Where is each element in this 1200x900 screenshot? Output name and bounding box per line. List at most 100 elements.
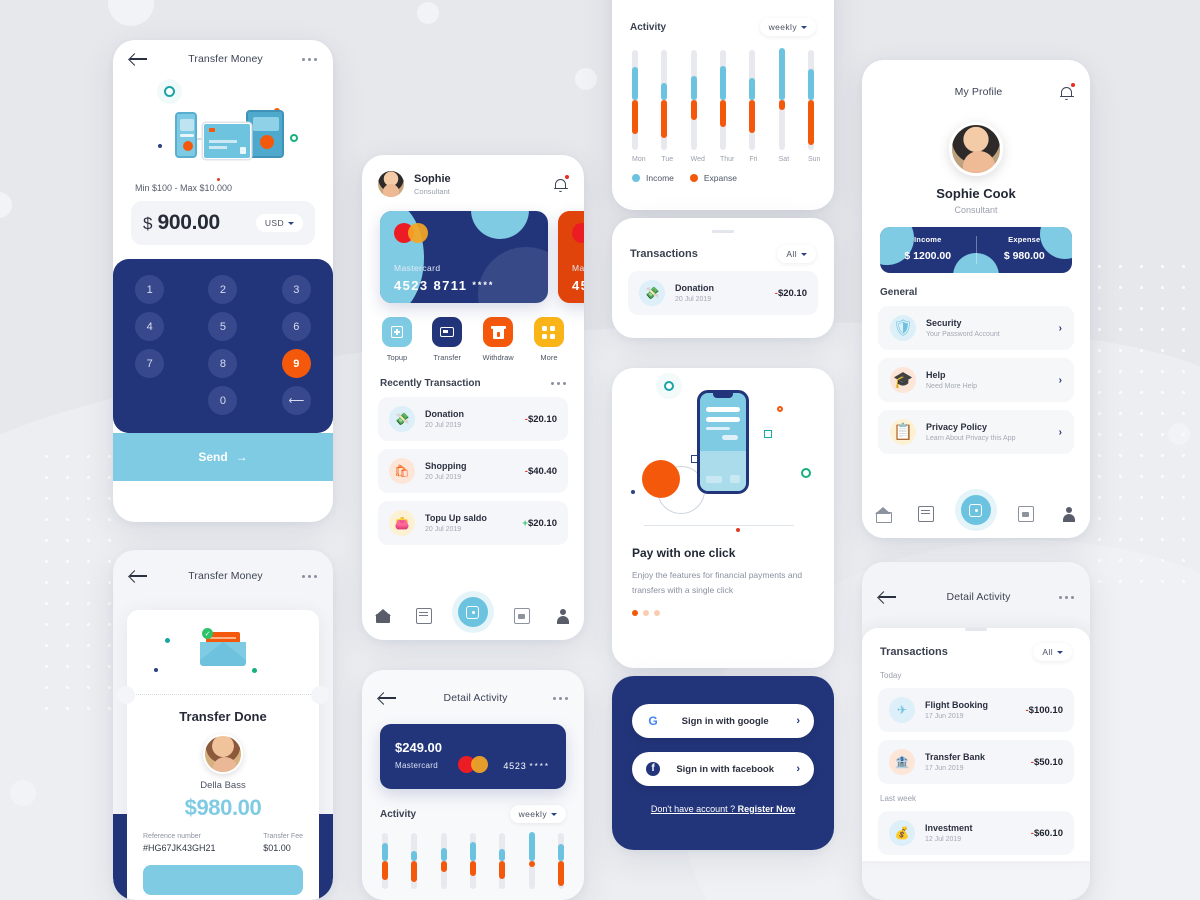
more-options-icon[interactable] — [301, 574, 317, 578]
keypad-key-4[interactable]: 4 — [135, 312, 165, 341]
tab-reports-icon[interactable] — [416, 608, 433, 624]
card-carousel[interactable]: Mastercard 4523 8711 **** Mastercard 4523 — [362, 197, 584, 303]
signin-google-button[interactable]: G Sign in with google › — [632, 704, 814, 738]
mastercard-logo-icon — [572, 223, 584, 243]
card-number: 4523 — [503, 761, 527, 771]
tab-scan-button[interactable] — [960, 495, 991, 525]
transaction-date: 20 Jul 2019 — [425, 422, 462, 429]
more-options-icon[interactable] — [553, 696, 568, 700]
keypad-key-6[interactable]: 6 — [281, 312, 311, 341]
setting-item[interactable]: 🛡 Security Your Password Account › — [878, 306, 1074, 350]
action-topup[interactable]: Topup — [382, 317, 412, 362]
action-label: Topup — [386, 353, 408, 362]
bank-icon: 🏦 — [889, 749, 915, 775]
amount-input[interactable]: $ 900.00 USD — [131, 201, 315, 245]
back-arrow-icon[interactable] — [129, 52, 149, 66]
recent-transactions-header: Recently Transaction — [362, 362, 584, 389]
bar-income — [690, 76, 697, 100]
notification-bell-icon[interactable] — [553, 174, 569, 193]
action-transfer[interactable]: Transfer — [432, 317, 463, 362]
section-title: Activity — [380, 808, 417, 820]
section-title: General — [880, 287, 918, 298]
transactions-header: Transactions All — [862, 631, 1090, 661]
notification-bell-icon[interactable] — [1059, 82, 1075, 101]
screen-signin: G Sign in with google › f Sign in with f… — [612, 676, 834, 850]
setting-subtitle: Need More Help — [926, 383, 977, 390]
section-title: Transactions — [880, 646, 948, 658]
register-link[interactable]: Don't have account ? Register Now — [612, 804, 834, 814]
bar-label: Tue — [661, 156, 674, 163]
stat-label: Income — [914, 235, 942, 244]
table-row[interactable]: 🏦 Transfer Bank 17 Jun 2019 -$50.10 — [878, 740, 1074, 784]
tab-scan-button[interactable] — [457, 597, 488, 627]
action-withdraw[interactable]: Withdraw — [482, 317, 514, 362]
card-masked: **** — [529, 762, 550, 771]
bar-expense — [807, 100, 814, 145]
sender-phone-icon — [175, 112, 197, 158]
transfer-illustration — [113, 78, 333, 183]
screen-transactions-panel: Transactions All 💸 Donation 20 Jul 2019 -$2… — [612, 218, 834, 338]
back-arrow-icon[interactable] — [878, 590, 898, 604]
table-row[interactable]: 👛 Topu Up saldo 20 Jul 2019 +$20.10 — [378, 501, 568, 545]
keypad-key-8[interactable]: 8 — [208, 349, 238, 378]
keypad-key-7[interactable]: 7 — [135, 349, 165, 378]
stat-label: Expense — [1008, 235, 1041, 244]
amount-value: 900.00 — [157, 211, 220, 234]
keypad-key-backspace[interactable]: ⟵ — [281, 386, 311, 415]
done-button[interactable] — [143, 865, 303, 895]
transaction-date: 20 Jul 2019 — [425, 474, 462, 481]
keypad-key-5[interactable]: 5 — [208, 312, 238, 341]
decor-dot-teal — [165, 638, 170, 643]
tab-cards-icon[interactable] — [1017, 506, 1034, 522]
tab-reports-icon[interactable] — [918, 506, 935, 522]
credit-card-summary[interactable]: $249.00 Mastercard 4523 **** — [380, 724, 566, 789]
currency-selector[interactable]: USD — [255, 214, 303, 232]
avatar[interactable] — [378, 171, 404, 197]
more-options-icon[interactable] — [551, 382, 566, 385]
transaction-amount: -$50.10 — [1030, 756, 1063, 768]
keypad-key-1[interactable]: 1 — [135, 275, 165, 304]
period-selector[interactable]: weekly — [509, 805, 566, 823]
avatar[interactable] — [949, 122, 1003, 176]
send-button[interactable]: Send → — [113, 433, 333, 481]
keypad-key-0[interactable]: 0 — [208, 386, 238, 415]
numeric-keypad[interactable]: 1 2 3 4 5 6 7 8 9 0 ⟵ — [113, 259, 333, 433]
filter-selector[interactable]: All — [777, 245, 816, 263]
bar-expense — [719, 100, 726, 127]
filter-selector[interactable]: All — [1033, 643, 1072, 661]
period-selector[interactable]: weekly — [759, 18, 816, 36]
more-options-icon[interactable] — [301, 57, 317, 61]
navbar: My Profile — [862, 60, 1090, 110]
tab-home-icon[interactable] — [374, 608, 391, 624]
table-row[interactable]: 💸 Donation 20 Jul 2019 -$20.10 — [628, 271, 818, 315]
onboarding-pager[interactable] — [612, 598, 834, 616]
action-more[interactable]: More — [533, 317, 564, 362]
table-row[interactable]: 💰 Investment 12 Jul 2019 -$60.10 — [878, 811, 1074, 855]
keypad-key-2[interactable]: 2 — [208, 275, 238, 304]
policy-icon: 📋 — [890, 419, 916, 445]
tab-profile-icon[interactable] — [555, 608, 571, 624]
back-arrow-icon[interactable] — [129, 569, 149, 583]
activity-header: Activity weekly — [612, 0, 834, 36]
back-arrow-icon[interactable] — [378, 691, 398, 705]
section-title: Recently Transaction — [380, 378, 481, 389]
tab-cards-icon[interactable] — [513, 608, 530, 624]
setting-item[interactable]: 🎓 Help Need More Help › — [878, 358, 1074, 402]
keypad-key-9[interactable]: 9 — [281, 349, 311, 378]
tab-profile-icon[interactable] — [1061, 506, 1077, 522]
signin-facebook-button[interactable]: f Sign in with facebook › — [632, 752, 814, 786]
keypad-key-3[interactable]: 3 — [281, 275, 311, 304]
credit-card[interactable]: Mastercard 4523 — [558, 211, 584, 303]
tab-home-icon[interactable] — [875, 506, 893, 523]
setting-item[interactable]: 📋 Privacy Policy Learn About Privacy this … — [878, 410, 1074, 454]
table-row[interactable]: 🛍 Shopping 20 Jul 2019 -$40.40 — [378, 449, 568, 493]
table-row[interactable]: 💸 Donation 20 Jul 2019 -$20.10 — [378, 397, 568, 441]
transfer-icon — [432, 317, 463, 347]
payee-avatar — [203, 734, 243, 774]
table-row[interactable]: ✈ Flight Booking 17 Jun 2019 -$100.10 — [878, 688, 1074, 732]
credit-card[interactable]: Mastercard 4523 8711 **** — [380, 211, 548, 303]
bar-income — [440, 847, 447, 861]
donation-icon: 💸 — [389, 406, 415, 432]
subtitle-line-1: Enjoy the features for financial payment… — [632, 570, 803, 580]
more-options-icon[interactable] — [1059, 595, 1074, 599]
